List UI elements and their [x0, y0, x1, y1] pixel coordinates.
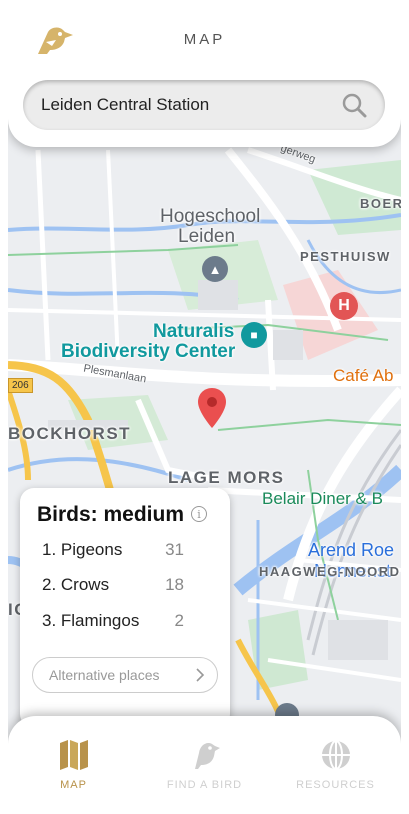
area-label-boer: BOER [360, 196, 401, 211]
hospital-icon[interactable]: H [330, 292, 358, 320]
globe-icon [321, 740, 350, 770]
school-label-line1: Hogeschool [160, 206, 261, 227]
museum-label-line2: Biodiversity Center [61, 341, 236, 362]
school-label: Hogeschool Leiden [160, 207, 260, 247]
nav-label-find-a-bird: FIND A BIRD [166, 779, 243, 791]
area-label-haagweg: HAAGWEG-NOORD [259, 564, 401, 579]
bird-count: 31 [165, 540, 184, 559]
museum-icon[interactable]: ■ [241, 322, 267, 348]
alternative-places-button[interactable]: Alternative places [32, 657, 218, 693]
nav-label-map: MAP [60, 779, 87, 791]
road-number-badge: 206 [8, 378, 33, 393]
cafe-label: Café Ab [333, 366, 394, 385]
chevron-right-icon [196, 668, 205, 682]
museum-label-line1: Naturalis [153, 321, 235, 342]
nav-label-resources: RESOURCES [296, 779, 375, 791]
nav-item-resources[interactable]: RESOURCES [270, 716, 401, 814]
info-icon[interactable]: i [191, 506, 207, 522]
search-input[interactable] [41, 80, 331, 130]
museum-label: Naturalis Biodiversity Center [61, 322, 235, 362]
school-icon[interactable]: ▲ [202, 256, 228, 282]
app-screen: gerweg BOER Hogeschool Leiden PESTHUISW … [8, 0, 401, 814]
bird-count: 2 [174, 611, 184, 630]
bird-name: 1. Pigeons [42, 540, 123, 559]
map-icon [59, 740, 88, 770]
list-item: 1. Pigeons 31 [42, 540, 184, 564]
nav-item-map[interactable]: MAP [8, 716, 139, 814]
search-icon[interactable] [341, 92, 367, 118]
bird-info-card: Birds: medium i 1. Pigeons 31 2. Crows 1… [20, 488, 230, 728]
nav-item-find-a-bird[interactable]: FIND A BIRD [139, 716, 270, 814]
bottom-nav: MAP FIND A BIRD RESOURCES [8, 716, 401, 814]
bird-count: 18 [165, 575, 184, 594]
arend-label-line1: Arend Roe [308, 540, 395, 560]
area-label-pesthuis: PESTHUISW [300, 249, 391, 264]
search-bar[interactable] [23, 80, 385, 130]
bird-icon [194, 743, 220, 769]
bird-name: 3. Flamingos [42, 611, 140, 630]
location-pin-icon[interactable] [198, 388, 226, 428]
school-label-line2: Leiden [178, 226, 236, 247]
alternative-places-label: Alternative places [49, 667, 160, 683]
list-item: 3. Flamingos 2 [42, 611, 184, 635]
area-label-bockhorst: BOCKHORST [8, 424, 132, 443]
bird-level-title: Birds: medium [37, 503, 185, 526]
list-item: 2. Crows 18 [42, 575, 184, 599]
area-label-lage-mors: LAGE MORS [168, 468, 285, 487]
bird-name: 2. Crows [42, 575, 110, 594]
page-title: MAP [183, 31, 226, 48]
diner-label: Belair Diner & B [262, 489, 383, 508]
app-header: MAP [8, 0, 401, 147]
